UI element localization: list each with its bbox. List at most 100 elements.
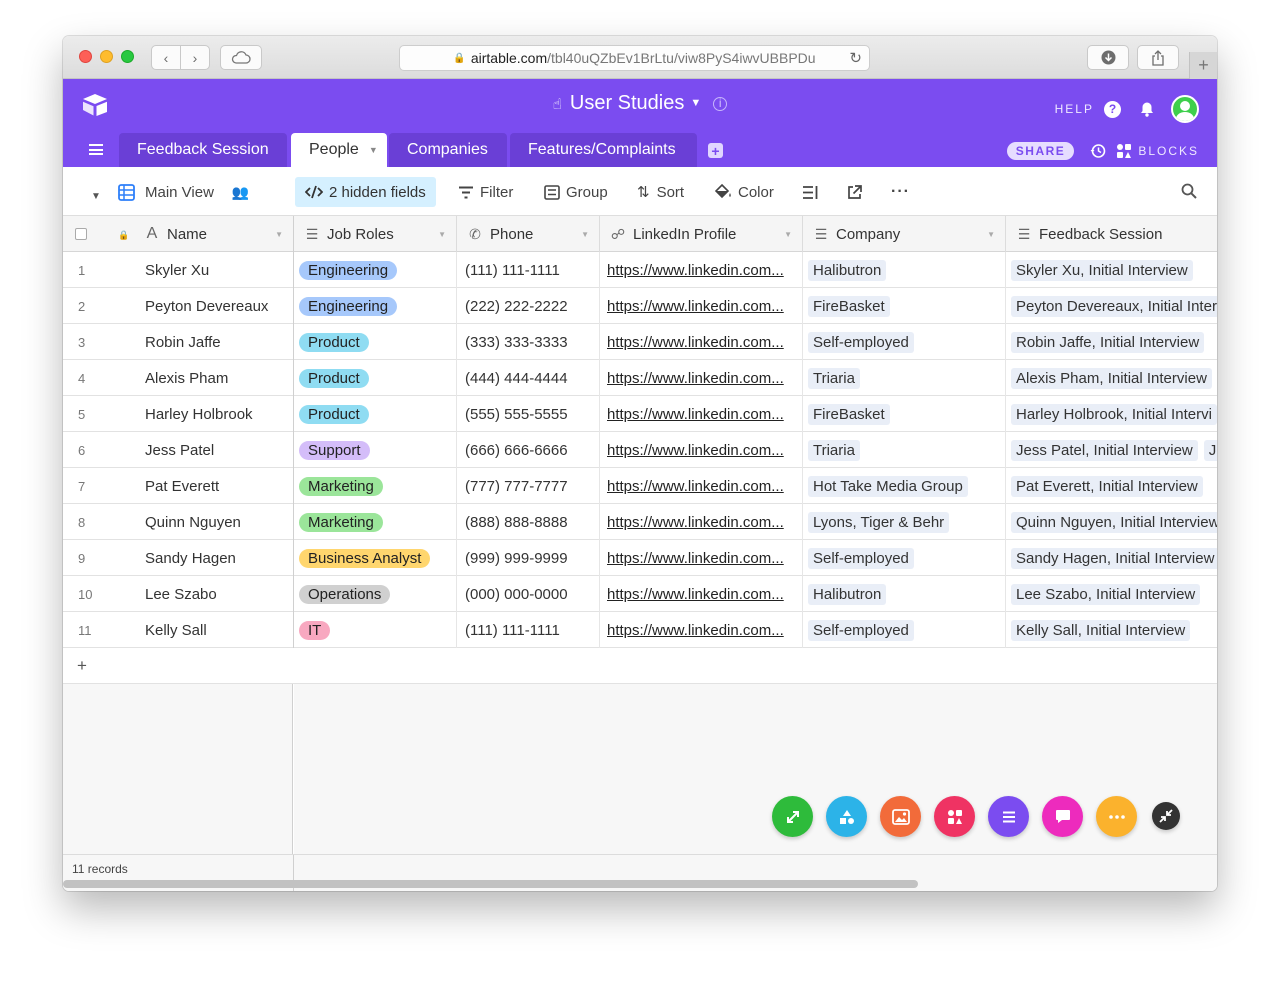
cell-linkedin-profile[interactable]: https://www.linkedin.com... [600,360,803,396]
table-row[interactable]: 9 Sandy Hagen Business Analyst (999) 999-99… [63,540,1217,576]
cell-company[interactable]: Self-employed [803,540,1006,576]
more-options-icon[interactable]: ··· [891,180,910,204]
caret-down-icon[interactable]: ▼ [438,230,446,239]
view-switcher-caret-icon[interactable]: ▼ [91,184,101,208]
back-button[interactable]: ‹ [151,45,181,70]
cell-job-roles[interactable]: IT [294,612,457,648]
column-header-name[interactable]: A Name ▼ [134,216,294,252]
cell-name[interactable]: Peyton Devereaux [134,288,294,324]
cell-job-roles[interactable]: Marketing [294,468,457,504]
apps-block-button[interactable] [934,796,975,837]
help-icon[interactable]: ? [1104,100,1121,118]
base-title[interactable]: ☝ User Studies ▼ i [63,92,1217,115]
cell-linkedin-profile[interactable]: https://www.linkedin.com... [600,252,803,288]
caret-down-icon[interactable]: ▼ [581,230,589,239]
table-row[interactable]: 2 Peyton Devereaux Engineering (222) 222-22… [63,288,1217,324]
cell-company[interactable]: Halibutron [803,252,1006,288]
cell-company[interactable]: Halibutron [803,576,1006,612]
collaborators-icon[interactable]: 👥 [232,184,249,201]
user-avatar[interactable] [1171,95,1199,123]
caret-down-icon[interactable]: ▼ [987,230,995,239]
cell-name[interactable]: Skyler Xu [134,252,294,288]
cell-phone[interactable]: (666) 666-6666 [457,432,600,468]
column-header-linkedin-profile[interactable]: ☍ LinkedIn Profile ▼ [600,216,803,252]
cell-feedback-session[interactable]: Pat Everett, Initial Interview [1006,468,1217,504]
cell-linkedin-profile[interactable]: https://www.linkedin.com... [600,576,803,612]
plus-icon[interactable]: + [77,656,87,676]
hamburger-menu-icon[interactable] [89,144,103,155]
session-record-chip[interactable]: Peyton Devereaux, Initial Inter [1011,295,1217,317]
sort-button[interactable]: ⇅ Sort [637,180,684,204]
cell-name[interactable]: Kelly Sall [134,612,294,648]
cell-name[interactable]: Sandy Hagen [134,540,294,576]
session-record-chip[interactable]: Sandy Hagen, Initial Interview [1011,547,1217,569]
linkedin-link[interactable]: https://www.linkedin.com... [607,622,784,639]
horizontal-scrollbar[interactable] [63,880,918,888]
add-table-button[interactable]: + [708,143,723,159]
cell-company[interactable]: Hot Take Media Group [803,468,1006,504]
collapse-blocks-button[interactable] [1152,802,1180,830]
cell-feedback-session[interactable]: Skyler Xu, Initial Interview [1006,252,1217,288]
tab-people[interactable]: People ▼ [291,133,387,167]
linkedin-link[interactable]: https://www.linkedin.com... [607,298,784,315]
cell-name[interactable]: Alexis Pham [134,360,294,396]
hidden-fields-button[interactable]: 2 hidden fields [295,177,436,207]
select-all-checkbox[interactable] [75,228,87,240]
cell-job-roles[interactable]: Operations [294,576,457,612]
search-icon[interactable] [1181,183,1197,199]
cell-linkedin-profile[interactable]: https://www.linkedin.com... [600,288,803,324]
tab-companies[interactable]: Companies [389,133,507,167]
share-button[interactable]: SHARE [1006,142,1075,160]
session-record-chip[interactable]: Alexis Pham, Initial Interview [1011,367,1212,389]
cell-linkedin-profile[interactable]: https://www.linkedin.com... [600,504,803,540]
share-view-button[interactable] [847,180,862,204]
cell-job-roles[interactable]: Business Analyst [294,540,457,576]
cell-job-roles[interactable]: Engineering [294,288,457,324]
linkedin-link[interactable]: https://www.linkedin.com... [607,514,784,531]
more-blocks-button[interactable] [1096,796,1137,837]
tab-features-complaints[interactable]: Features/Complaints [510,133,697,167]
column-header-phone[interactable]: ✆ Phone ▼ [457,216,600,252]
close-window-button[interactable] [79,50,92,63]
help-label[interactable]: HELP [1055,102,1094,116]
downloads-button[interactable] [1087,45,1129,70]
cell-name[interactable]: Jess Patel [134,432,294,468]
column-header-company[interactable]: ☰ Company ▼ [803,216,1006,252]
caret-down-icon[interactable]: ▼ [275,230,283,239]
cell-feedback-session[interactable]: Sandy Hagen, Initial Interview [1006,540,1217,576]
cell-company[interactable]: Lyons, Tiger & Behr [803,504,1006,540]
tab-feedback-session[interactable]: Feedback Session [119,133,287,167]
view-name[interactable]: Main View 👥 [118,180,249,204]
linkedin-link[interactable]: https://www.linkedin.com... [607,406,784,423]
row-height-button[interactable] [802,180,819,204]
cell-linkedin-profile[interactable]: https://www.linkedin.com... [600,324,803,360]
session-record-chip[interactable]: Harley Holbrook, Initial Intervi [1011,403,1217,425]
filter-button[interactable]: Filter [458,180,513,204]
cell-company[interactable]: FireBasket [803,396,1006,432]
table-row[interactable]: 5 Harley Holbrook Product (555) 555-5555 htt… [63,396,1217,432]
session-record-chip[interactable]: Skyler Xu, Initial Interview [1011,259,1193,281]
session-record-chip[interactable]: Robin Jaffe, Initial Interview [1011,331,1205,353]
cell-name[interactable]: Harley Holbrook [134,396,294,432]
cell-feedback-session[interactable]: Peyton Devereaux, Initial Inter [1006,288,1217,324]
cell-job-roles[interactable]: Engineering [294,252,457,288]
session-record-chip[interactable]: Kelly Sall, Initial Interview [1011,619,1191,641]
new-tab-button[interactable]: + [1189,52,1217,79]
table-row[interactable]: 10 Lee Szabo Operations (000) 000-0000 https… [63,576,1217,612]
company-record-chip[interactable]: Self-employed [808,331,914,353]
cell-feedback-session[interactable]: Alexis Pham, Initial Interview [1006,360,1217,396]
cell-linkedin-profile[interactable]: https://www.linkedin.com... [600,468,803,504]
color-button[interactable]: Color [715,180,774,204]
shapes-block-button[interactable] [826,796,867,837]
cell-name[interactable]: Robin Jaffe [134,324,294,360]
caret-down-icon[interactable]: ▼ [369,145,378,155]
company-record-chip[interactable]: Halibutron [808,259,887,281]
linkedin-link[interactable]: https://www.linkedin.com... [607,550,784,567]
cell-phone[interactable]: (888) 888-8888 [457,504,600,540]
page-designer-block-button[interactable] [880,796,921,837]
chat-block-button[interactable] [1042,796,1083,837]
company-record-chip[interactable]: Self-employed [808,619,914,641]
history-icon[interactable] [1090,143,1106,159]
share-sheet-button[interactable] [1137,45,1179,70]
table-row[interactable]: 8 Quinn Nguyen Marketing (888) 888-8888 http… [63,504,1217,540]
